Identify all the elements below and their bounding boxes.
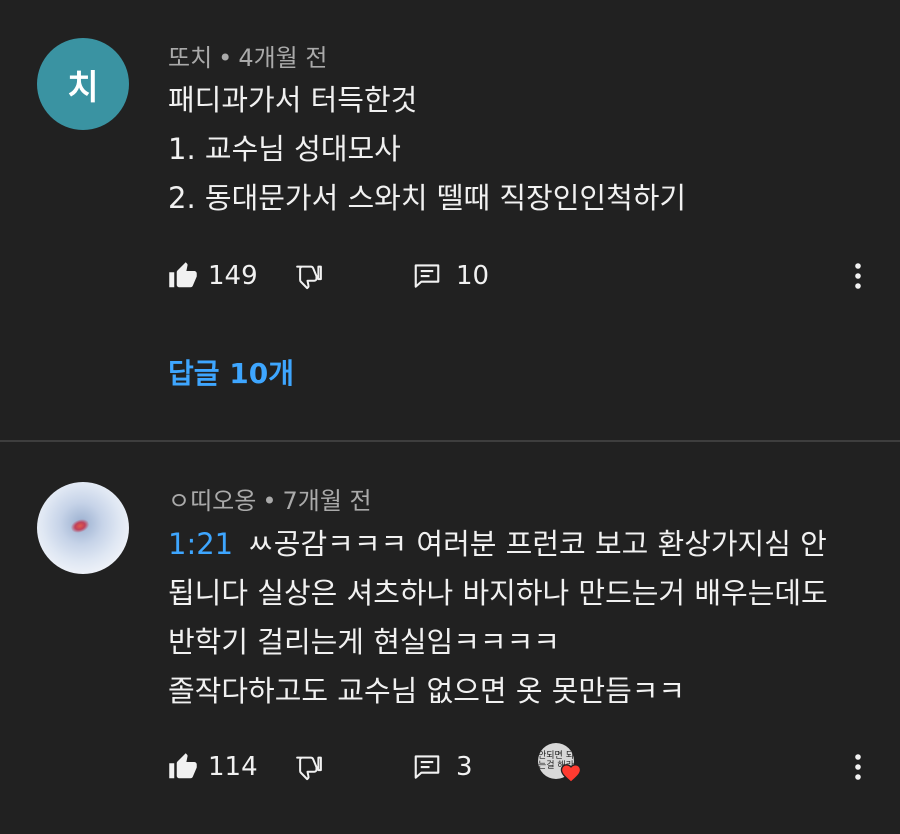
comment-actions: 114 3 안되면 되는걸 해라: [168, 743, 888, 787]
author-name[interactable]: 또치: [168, 44, 212, 72]
comment-line: 1. 교수님 성대모사: [168, 132, 401, 166]
more-options-button[interactable]: [846, 747, 870, 787]
comment-line: 2. 동대문가서 스와치 뗄때 직장인인척하기: [168, 181, 687, 215]
creator-heart-badge: 안되면 되는걸 해라: [538, 743, 582, 787]
avatar-letter: 치: [67, 67, 99, 108]
comment-line: 1:21 ㅆ공감ㅋㅋㅋ 여러분 프런코 보고 환상가지심 안: [168, 520, 828, 569]
comment-actions: 149 10: [168, 256, 888, 296]
reply-count: 3: [456, 752, 473, 782]
comment-line: 졸작다하고도 교수님 없으면 옷 못만듬ㅋㅋ: [168, 674, 686, 708]
comment-icon: [414, 264, 440, 288]
dislike-button[interactable]: [294, 256, 324, 296]
avatar-image: [69, 517, 91, 535]
timestamp-link[interactable]: 1:21: [168, 527, 233, 561]
meta-separator: •: [218, 44, 233, 72]
reply-button[interactable]: 3: [412, 747, 473, 787]
thumbs-down-icon: [296, 265, 322, 290]
avatar[interactable]: 치: [37, 38, 129, 130]
comment-thread: ㅇ띠오옹 • 7개월 전 1:21 ㅆ공감ㅋㅋㅋ 여러분 프런코 보고 환상가지심 안…: [0, 442, 900, 834]
thumbs-up-icon: [169, 262, 197, 288]
comment-line-text: ㅆ공감ㅋㅋㅋ 여러분 프런코 보고 환상가지심 안: [247, 527, 827, 561]
comment-time[interactable]: 4개월 전: [238, 44, 327, 72]
meta-separator: •: [262, 487, 277, 515]
more-vert-icon: [855, 754, 861, 780]
comment-line: 패디과가서 터득한것: [168, 83, 418, 117]
like-button[interactable]: 149: [168, 256, 258, 296]
more-vert-icon: [855, 263, 861, 289]
comment-line: 됩니다 실상은 셔츠하나 바지하나 만드는거 배우는데도: [168, 576, 828, 610]
comment-meta: 또치 • 4개월 전: [168, 38, 327, 73]
comment-thread: 치 또치 • 4개월 전 패디과가서 터득한것 1. 교수님 성대모사 2. 동대문…: [0, 0, 900, 440]
like-count: 149: [208, 261, 258, 291]
comment-text: 패디과가서 터득한것 1. 교수님 성대모사 2. 동대문가서 스와치 뗄때 직…: [168, 76, 686, 223]
dislike-button[interactable]: [294, 747, 324, 787]
author-name[interactable]: ㅇ띠오옹: [168, 487, 256, 515]
heart-icon: [560, 764, 582, 783]
comment-line: 반학기 걸리는게 현실임ㅋㅋㅋㅋ: [168, 625, 560, 659]
avatar[interactable]: [37, 482, 129, 574]
like-count: 114: [208, 752, 258, 782]
comment-time[interactable]: 7개월 전: [282, 487, 371, 515]
reply-button[interactable]: 10: [412, 256, 489, 296]
like-button[interactable]: 114: [168, 747, 258, 787]
more-options-button[interactable]: [846, 256, 870, 296]
thumbs-up-icon: [169, 753, 197, 779]
reply-count: 10: [456, 261, 490, 291]
comment-text: 1:21 ㅆ공감ㅋㅋㅋ 여러분 프런코 보고 환상가지심 안 됩니다 실상은 셔츠…: [168, 520, 828, 716]
thumbs-down-icon: [296, 756, 322, 781]
comment-icon: [414, 755, 440, 779]
comment-meta: ㅇ띠오옹 • 7개월 전: [168, 481, 372, 516]
view-replies-link[interactable]: 답글 10개: [168, 352, 294, 392]
